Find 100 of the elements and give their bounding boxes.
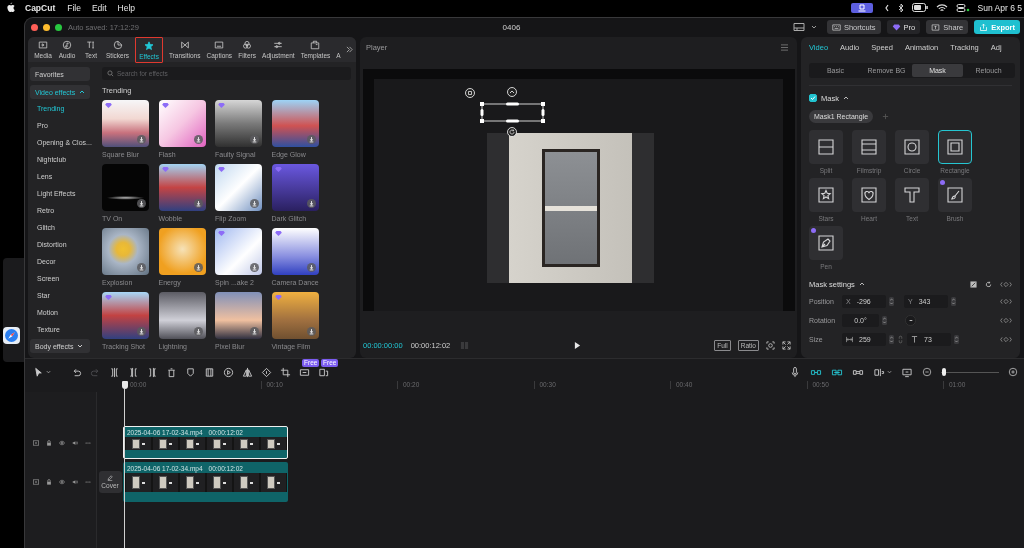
effect-thumbnail[interactable] [271,292,319,339]
chevron-left-icon[interactable] [883,2,890,13]
effect-thumbnail[interactable] [158,100,206,147]
menu-icon[interactable] [780,43,789,51]
speaker-icon[interactable] [72,439,78,446]
mask-checkbox[interactable] [809,94,817,102]
caret-icon[interactable] [842,96,849,100]
stepper-icon[interactable] [889,297,894,306]
circle-play-icon[interactable] [223,366,234,378]
bracket-line-left-icon[interactable] [128,366,139,378]
bracket-line-right-icon[interactable] [147,366,158,378]
eye-icon[interactable] [59,439,65,446]
download-icon[interactable] [137,327,146,336]
caret-icon[interactable] [810,25,817,29]
two-rectangles-icon[interactable] [318,366,329,378]
chevron-handle-icon[interactable] [507,87,517,97]
zoom-out-icon[interactable] [922,367,932,377]
shield-icon[interactable] [185,366,196,378]
caret-icon[interactable] [887,370,892,374]
stepper-icon[interactable] [882,316,887,325]
download-icon[interactable] [193,199,203,208]
download-icon[interactable] [137,199,146,208]
menu-item[interactable]: Help [117,2,136,13]
menu-item[interactable]: Edit [91,2,107,13]
control-center-icon[interactable] [955,2,970,13]
effect-thumbnail[interactable] [215,292,262,339]
mask-shape-button[interactable] [809,226,843,260]
mask-shape-button[interactable] [809,130,843,164]
effect-thumbnail[interactable] [271,100,319,147]
trash-icon[interactable] [166,366,177,378]
mask-shape-button[interactable] [895,130,929,164]
rectangle-dash-icon[interactable] [299,366,310,378]
slash-square-icon[interactable] [970,280,977,288]
mirror-icon[interactable] [242,366,253,378]
download-icon[interactable] [250,135,259,144]
crop-icon[interactable] [280,366,291,378]
keyframe-icon[interactable] [1000,317,1012,324]
effect-thumbnail[interactable] [102,164,149,211]
keyframe-icon[interactable] [1000,280,1012,288]
stepper-icon[interactable] [954,335,959,344]
split-view-icon[interactable] [873,366,885,378]
rotation-dial-icon[interactable] [905,315,916,326]
effect-thumbnail[interactable] [102,292,149,339]
mask-shape-button[interactable] [809,178,843,212]
caret-icon[interactable] [46,370,51,374]
playhead[interactable] [121,381,128,548]
rotate-handle-icon[interactable] [507,127,517,137]
apple-logo-icon[interactable] [6,2,15,13]
keyframe-icon[interactable] [1000,298,1012,305]
speaker-icon[interactable] [72,479,78,485]
effect-thumbnail[interactable] [158,228,206,275]
app-menu[interactable]: CapCut [25,2,56,13]
bluetooth-icon[interactable] [897,2,904,13]
zoom-in-icon[interactable] [1008,367,1018,377]
minimize-button[interactable] [43,23,50,31]
bars-box-icon[interactable] [204,366,215,378]
slider-thumb[interactable] [942,368,947,376]
lock-icon[interactable] [46,479,52,485]
caret-icon[interactable] [858,282,865,286]
stepper-icon[interactable] [951,297,956,306]
mask-shape-button[interactable] [938,130,972,164]
download-icon[interactable] [250,327,259,336]
effect-thumbnail[interactable] [102,100,149,147]
menu-bar-clock[interactable]: Sun Apr 6 5 [977,2,1022,13]
effect-thumbnail[interactable] [158,164,206,211]
mask-shape-button[interactable] [852,178,886,212]
effect-thumbnail[interactable] [215,164,262,211]
mask-shape-button[interactable] [852,130,886,164]
effect-thumbnail[interactable] [102,228,149,275]
keyframe-icon[interactable] [1000,336,1012,343]
focus-icon[interactable] [766,340,775,350]
play-icon[interactable] [573,340,581,350]
square-handle-icon[interactable] [465,88,475,98]
wifi-icon[interactable] [935,2,948,13]
frame-icon[interactable] [33,479,39,485]
reset-icon[interactable] [985,280,992,288]
app-status-icon[interactable] [850,2,873,13]
diamond-outline-icon[interactable] [261,366,272,378]
effect-thumbnail[interactable] [215,228,262,275]
split-icon[interactable] [109,366,120,378]
close-button[interactable] [31,23,38,31]
stepper-icon[interactable] [889,335,894,344]
fullscreen-icon[interactable] [782,340,791,350]
compass-icon[interactable] [3,327,20,344]
lock-icon[interactable] [46,439,52,446]
mask-frame[interactable] [480,102,545,123]
undo-icon[interactable] [71,366,82,378]
download-icon[interactable] [306,199,316,208]
layout-icon[interactable] [792,22,805,32]
mask-shape-button[interactable] [938,178,972,212]
menu-item[interactable]: File [67,2,81,13]
eye-icon[interactable] [59,479,65,485]
effect-thumbnail[interactable] [271,228,319,275]
effect-thumbnail[interactable] [271,164,319,211]
effect-thumbnail[interactable] [215,100,262,147]
frame-icon[interactable] [33,439,39,446]
pointer-icon[interactable] [33,366,44,378]
mask-shape-button[interactable] [895,178,929,212]
microphone-icon[interactable] [789,366,801,378]
battery-icon[interactable] [911,3,928,12]
